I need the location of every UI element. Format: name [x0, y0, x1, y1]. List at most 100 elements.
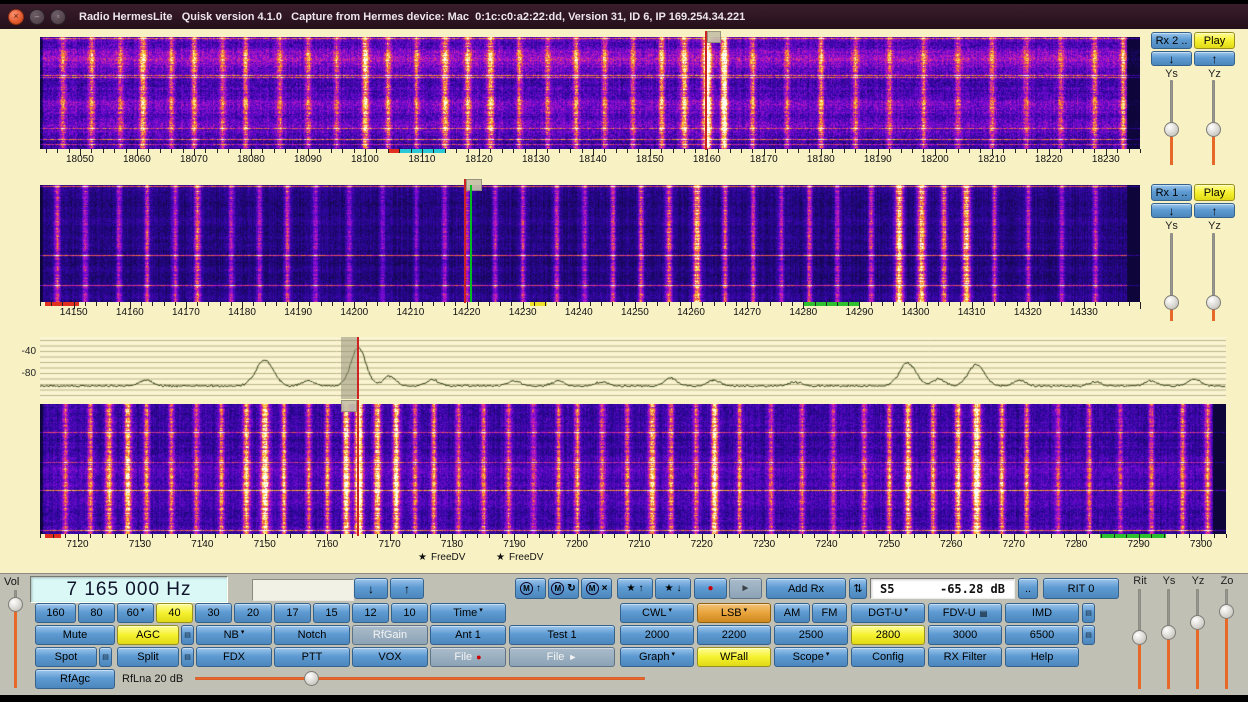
- screen-button-scope[interactable]: Scope▾: [774, 647, 848, 667]
- volume-slider[interactable]: [8, 590, 23, 688]
- rx2-tune-down-button[interactable]: ↓: [1151, 51, 1192, 66]
- rx1-ys-slider[interactable]: [1164, 233, 1179, 321]
- rx1-yz-slider-thumb[interactable]: [1206, 295, 1221, 310]
- rflna-slider-thumb[interactable]: [304, 671, 319, 686]
- swap-rx-button[interactable]: ⇅: [849, 578, 867, 599]
- band-button-17[interactable]: 17: [274, 603, 311, 623]
- ys-slider-thumb[interactable]: [1161, 625, 1176, 640]
- maximize-icon[interactable]: ▫: [50, 9, 66, 25]
- control-split-menu-button[interactable]: ▤: [181, 647, 194, 667]
- control-spot-adjust-button[interactable]: ▤: [99, 647, 112, 667]
- control-button-ptt[interactable]: PTT: [274, 647, 350, 667]
- band-button-15[interactable]: 15: [313, 603, 350, 623]
- band-button-20[interactable]: 20: [234, 603, 272, 623]
- memory-next-button[interactable]: M ↻: [548, 578, 579, 599]
- mode-button-am[interactable]: AM: [774, 603, 810, 623]
- mode-button-imd[interactable]: IMD: [1005, 603, 1079, 623]
- control-button-agc[interactable]: AGC: [117, 625, 179, 645]
- rx2-ys-slider-thumb[interactable]: [1164, 122, 1179, 137]
- record-button[interactable]: ●: [694, 578, 727, 599]
- rflna-slider[interactable]: [195, 671, 645, 686]
- zo-slider[interactable]: [1219, 589, 1234, 689]
- modes-adjust-button[interactable]: ▤: [1082, 603, 1095, 623]
- rx2-name-button[interactable]: Rx 2 ..: [1151, 32, 1192, 49]
- rx1-tune-up-button[interactable]: ↑: [1194, 203, 1235, 218]
- screen-button-graph[interactable]: Graph▾: [620, 647, 694, 667]
- ys-slider[interactable]: [1161, 589, 1176, 689]
- band-button-160[interactable]: 160: [35, 603, 76, 623]
- memory-save-button[interactable]: M ↑: [515, 578, 546, 599]
- mode-button-cwl[interactable]: CWL▾: [620, 603, 694, 623]
- band-button-time[interactable]: Time▾: [430, 603, 506, 623]
- control-button-ant-1[interactable]: Ant 1: [430, 625, 506, 645]
- band-button-30[interactable]: 30: [195, 603, 232, 623]
- yz-slider[interactable]: [1190, 589, 1205, 689]
- control-button-test-1[interactable]: Test 1: [509, 625, 615, 645]
- rx2-ys-slider[interactable]: [1164, 80, 1179, 165]
- mode-button-fm[interactable]: FM: [812, 603, 847, 623]
- file-record-button-file[interactable]: File●: [430, 647, 506, 667]
- rx2-tune-up-button[interactable]: ↑: [1194, 51, 1235, 66]
- close-icon[interactable]: ×: [8, 9, 24, 25]
- screen-button-config[interactable]: Config: [851, 647, 925, 667]
- waterfall-18m[interactable]: [40, 37, 1140, 149]
- control-button-notch[interactable]: Notch: [274, 625, 350, 645]
- tune-down-button[interactable]: ↓: [354, 578, 388, 599]
- mode-button-dgt-u[interactable]: DGT-U▾: [851, 603, 925, 623]
- favorite-add-button[interactable]: ★ ↑: [617, 578, 653, 599]
- smeter-menu-button[interactable]: ..: [1018, 578, 1038, 599]
- control-button-spot[interactable]: Spot: [35, 647, 97, 667]
- rx2-yz-slider[interactable]: [1206, 80, 1221, 165]
- rx2-yz-slider-thumb[interactable]: [1206, 122, 1221, 137]
- file-play-button[interactable]: ►: [729, 578, 762, 599]
- control-button-mute[interactable]: Mute: [35, 625, 115, 645]
- scale-18m[interactable]: 1805018060180701808018090181001811018120…: [40, 149, 1140, 165]
- scale-20m[interactable]: 1415014160141701418014190142001421014220…: [40, 302, 1140, 318]
- control-button-split[interactable]: Split: [117, 647, 179, 667]
- waterfall-40m[interactable]: [40, 404, 1226, 534]
- screen-button-help[interactable]: Help: [1005, 647, 1079, 667]
- filter-button-2000[interactable]: 2000: [620, 625, 694, 645]
- filter-button-2200[interactable]: 2200: [697, 625, 771, 645]
- filters-adjust-button[interactable]: ▤: [1082, 625, 1095, 645]
- band-button-40[interactable]: 40: [156, 603, 193, 623]
- zo-slider-thumb[interactable]: [1219, 604, 1234, 619]
- control-button-nb[interactable]: NB▾: [196, 625, 272, 645]
- rx1-tune-down-button[interactable]: ↓: [1151, 203, 1192, 218]
- rx1-name-button[interactable]: Rx 1 ..: [1151, 184, 1192, 201]
- band-button-10[interactable]: 10: [391, 603, 428, 623]
- screen-button-rx-filter[interactable]: RX Filter: [928, 647, 1002, 667]
- filter-button-3000[interactable]: 3000: [928, 625, 1002, 645]
- rfagc-button[interactable]: RfAgc: [35, 669, 115, 689]
- rx1-ys-slider-thumb[interactable]: [1164, 295, 1179, 310]
- spectrum-graph[interactable]: [40, 337, 1226, 399]
- yz-slider-thumb[interactable]: [1190, 615, 1205, 630]
- tune-up-button[interactable]: ↑: [390, 578, 424, 599]
- favorite-open-button[interactable]: ★ ↓: [655, 578, 691, 599]
- mode-button-fdv-u[interactable]: FDV-U▤: [928, 603, 1002, 623]
- band-button-12[interactable]: 12: [352, 603, 389, 623]
- control-button-fdx[interactable]: FDX: [196, 647, 272, 667]
- rx1-yz-slider[interactable]: [1206, 233, 1221, 321]
- memory-delete-button[interactable]: M ×: [581, 578, 612, 599]
- rit-slider[interactable]: [1132, 589, 1147, 689]
- rx2-play-button[interactable]: Play: [1194, 32, 1235, 49]
- file-playback-button-file[interactable]: File►: [509, 647, 615, 667]
- screen-button-wfall[interactable]: WFall: [697, 647, 771, 667]
- add-rx-button[interactable]: Add Rx: [766, 578, 846, 599]
- minimize-icon[interactable]: –: [29, 9, 45, 25]
- mode-button-lsb[interactable]: LSB▾: [697, 603, 771, 623]
- control-agc-adjust-button[interactable]: ▤: [181, 625, 194, 645]
- control-button-rfgain[interactable]: RfGain: [352, 625, 428, 645]
- volume-slider-thumb[interactable]: [8, 597, 23, 612]
- scale-40m[interactable]: 7120713071407150716071707180719072007210…: [40, 534, 1226, 550]
- control-button-vox[interactable]: VOX: [352, 647, 428, 667]
- filter-button-2500[interactable]: 2500: [774, 625, 848, 645]
- band-button-60[interactable]: 60▾: [117, 603, 154, 623]
- filter-button-6500[interactable]: 6500: [1005, 625, 1079, 645]
- waterfall-20m[interactable]: [40, 185, 1140, 302]
- rit-slider-thumb[interactable]: [1132, 630, 1147, 645]
- rx1-play-button[interactable]: Play: [1194, 184, 1235, 201]
- frequency-entry[interactable]: [252, 579, 354, 601]
- band-button-80[interactable]: 80: [78, 603, 115, 623]
